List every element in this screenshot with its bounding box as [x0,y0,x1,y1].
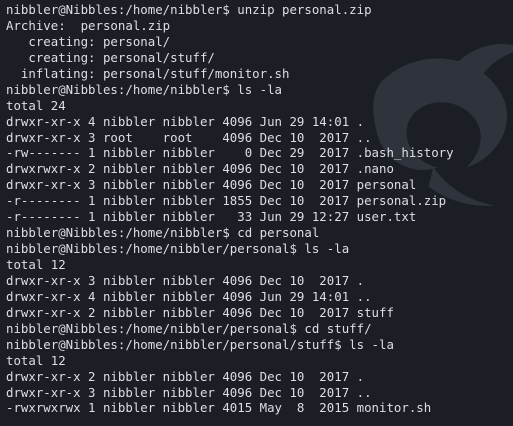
terminal-output: nibbler@Nibbles:/home/nibbler$ unzip per… [0,0,513,416]
output-line: drwxrwxr-x 2 nibbler nibbler 4096 Dec 10… [6,161,394,177]
output-line: creating: personal/ [6,33,171,49]
output-line: Archive: personal.zip [6,17,171,33]
output-line: drwxr-xr-x 3 nibbler nibbler 4096 Dec 10… [6,272,365,288]
output-line: drwxr-xr-x 2 nibbler nibbler 4096 Dec 10… [6,304,394,320]
output-line: drwxr-xr-x 2 nibbler nibbler 4096 Dec 10… [6,368,365,384]
output-line: total 24 [6,97,66,113]
output-line: -rwxrwxrwx 1 nibbler nibbler 4015 May 8 … [6,400,432,416]
output-line: -r-------- 1 nibbler nibbler 33 Jun 29 1… [6,209,417,225]
output-line: inflating: personal/stuff/monitor.sh [6,65,290,81]
output-line: drwxr-xr-x 3 root root 4096 Dec 10 2017 … [6,129,372,145]
prompt-line: nibbler@Nibbles:/home/nibbler$ cd person… [6,225,320,241]
output-line: drwxr-xr-x 3 nibbler nibbler 4096 Dec 10… [6,384,372,400]
prompt-line: nibbler@Nibbles:/home/nibbler/personal$ … [6,320,372,336]
prompt-line: nibbler@Nibbles:/home/nibbler/personal$ … [6,241,350,257]
output-line: total 12 [6,352,66,368]
output-line: drwxr-xr-x 4 nibbler nibbler 4096 Jun 29… [6,113,365,129]
prompt-line: nibbler@Nibbles:/home/nibbler$ unzip per… [6,2,372,17]
output-line: creating: personal/stuff/ [6,49,215,65]
prompt-line: nibbler@Nibbles:/home/nibbler/personal/s… [6,336,394,352]
terminal-window[interactable]: nibbler@Nibbles:/home/nibbler$ unzip per… [0,0,513,426]
output-line: -r-------- 1 nibbler nibbler 1855 Dec 10… [6,193,447,209]
output-line: drwxr-xr-x 4 nibbler nibbler 4096 Jun 29… [6,288,372,304]
prompt-line: nibbler@Nibbles:/home/nibbler$ ls -la [6,81,283,97]
output-line: total 12 [6,257,66,272]
output-line: -rw------- 1 nibbler nibbler 0 Dec 29 20… [6,145,454,161]
output-line: drwxr-xr-x 3 nibbler nibbler 4096 Dec 10… [6,177,417,193]
